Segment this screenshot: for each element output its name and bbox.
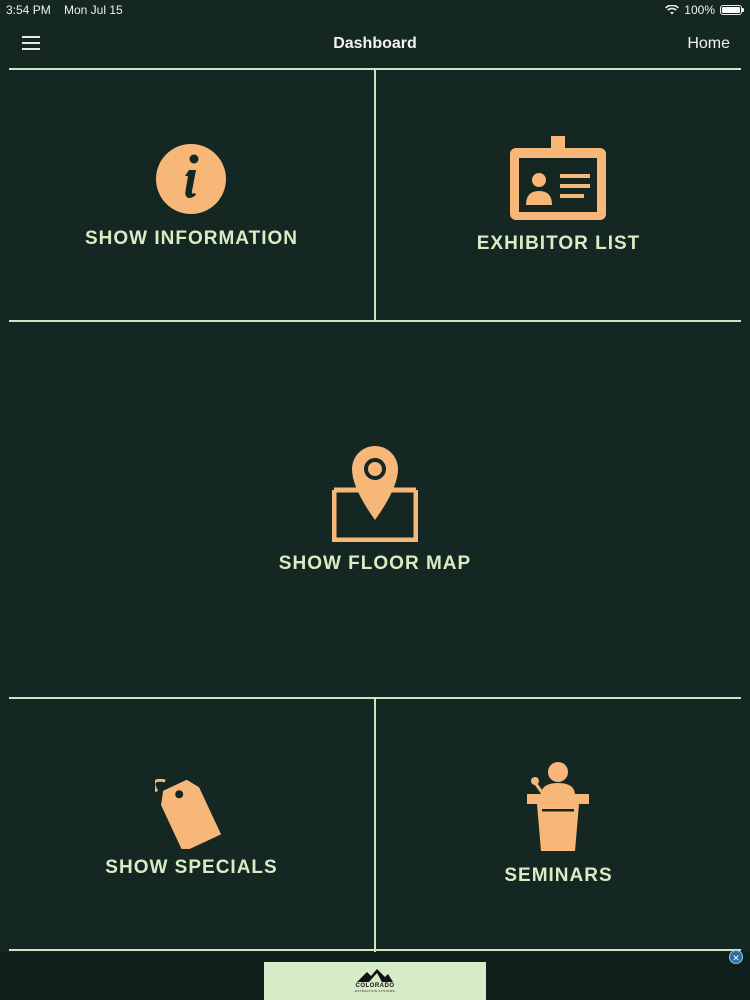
tile-show-information[interactable]: SHOW INFORMATION <box>9 70 374 320</box>
tile-label: SHOW SPECIALS <box>105 857 278 878</box>
tile-label: EXHIBITOR LIST <box>476 233 641 254</box>
status-date: Mon Jul 15 <box>64 3 123 17</box>
info-icon <box>156 144 226 214</box>
tile-seminars[interactable]: SEMINARS <box>376 699 741 949</box>
podium-speaker-icon <box>527 762 589 851</box>
mountain-logo-icon <box>357 969 393 982</box>
battery-icon <box>720 5 744 15</box>
tile-show-floor-map[interactable]: SHOW FLOOR MAP <box>9 322 741 697</box>
battery-percent: 100% <box>684 3 715 17</box>
map-pin-icon <box>332 446 418 542</box>
nav-bar: Dashboard Home <box>0 20 750 68</box>
status-time: 3:54 PM <box>6 3 51 17</box>
tile-label: SHOW INFORMATION <box>84 228 298 249</box>
tile-label: SEMINARS <box>504 865 613 886</box>
price-tag-icon <box>155 778 222 849</box>
close-ad-icon[interactable]: ✕ <box>729 950 743 964</box>
tile-label: SHOW FLOOR MAP <box>278 553 472 574</box>
id-badge-icon <box>510 136 606 220</box>
tile-show-specials[interactable]: SHOW SPECIALS <box>9 699 374 949</box>
status-bar: 3:54 PM Mon Jul 15 100% <box>0 0 750 20</box>
divider-bottom <box>9 949 741 951</box>
home-button[interactable]: Home <box>687 35 730 53</box>
banner-subtitle: EXTRACTION SYSTEMS <box>355 989 395 993</box>
page-title: Dashboard <box>333 35 417 52</box>
tile-exhibitor-list[interactable]: EXHIBITOR LIST <box>376 70 741 320</box>
sponsor-banner[interactable]: COLORADO EXTRACTION SYSTEMS <box>264 962 486 1000</box>
wifi-icon <box>665 5 680 15</box>
